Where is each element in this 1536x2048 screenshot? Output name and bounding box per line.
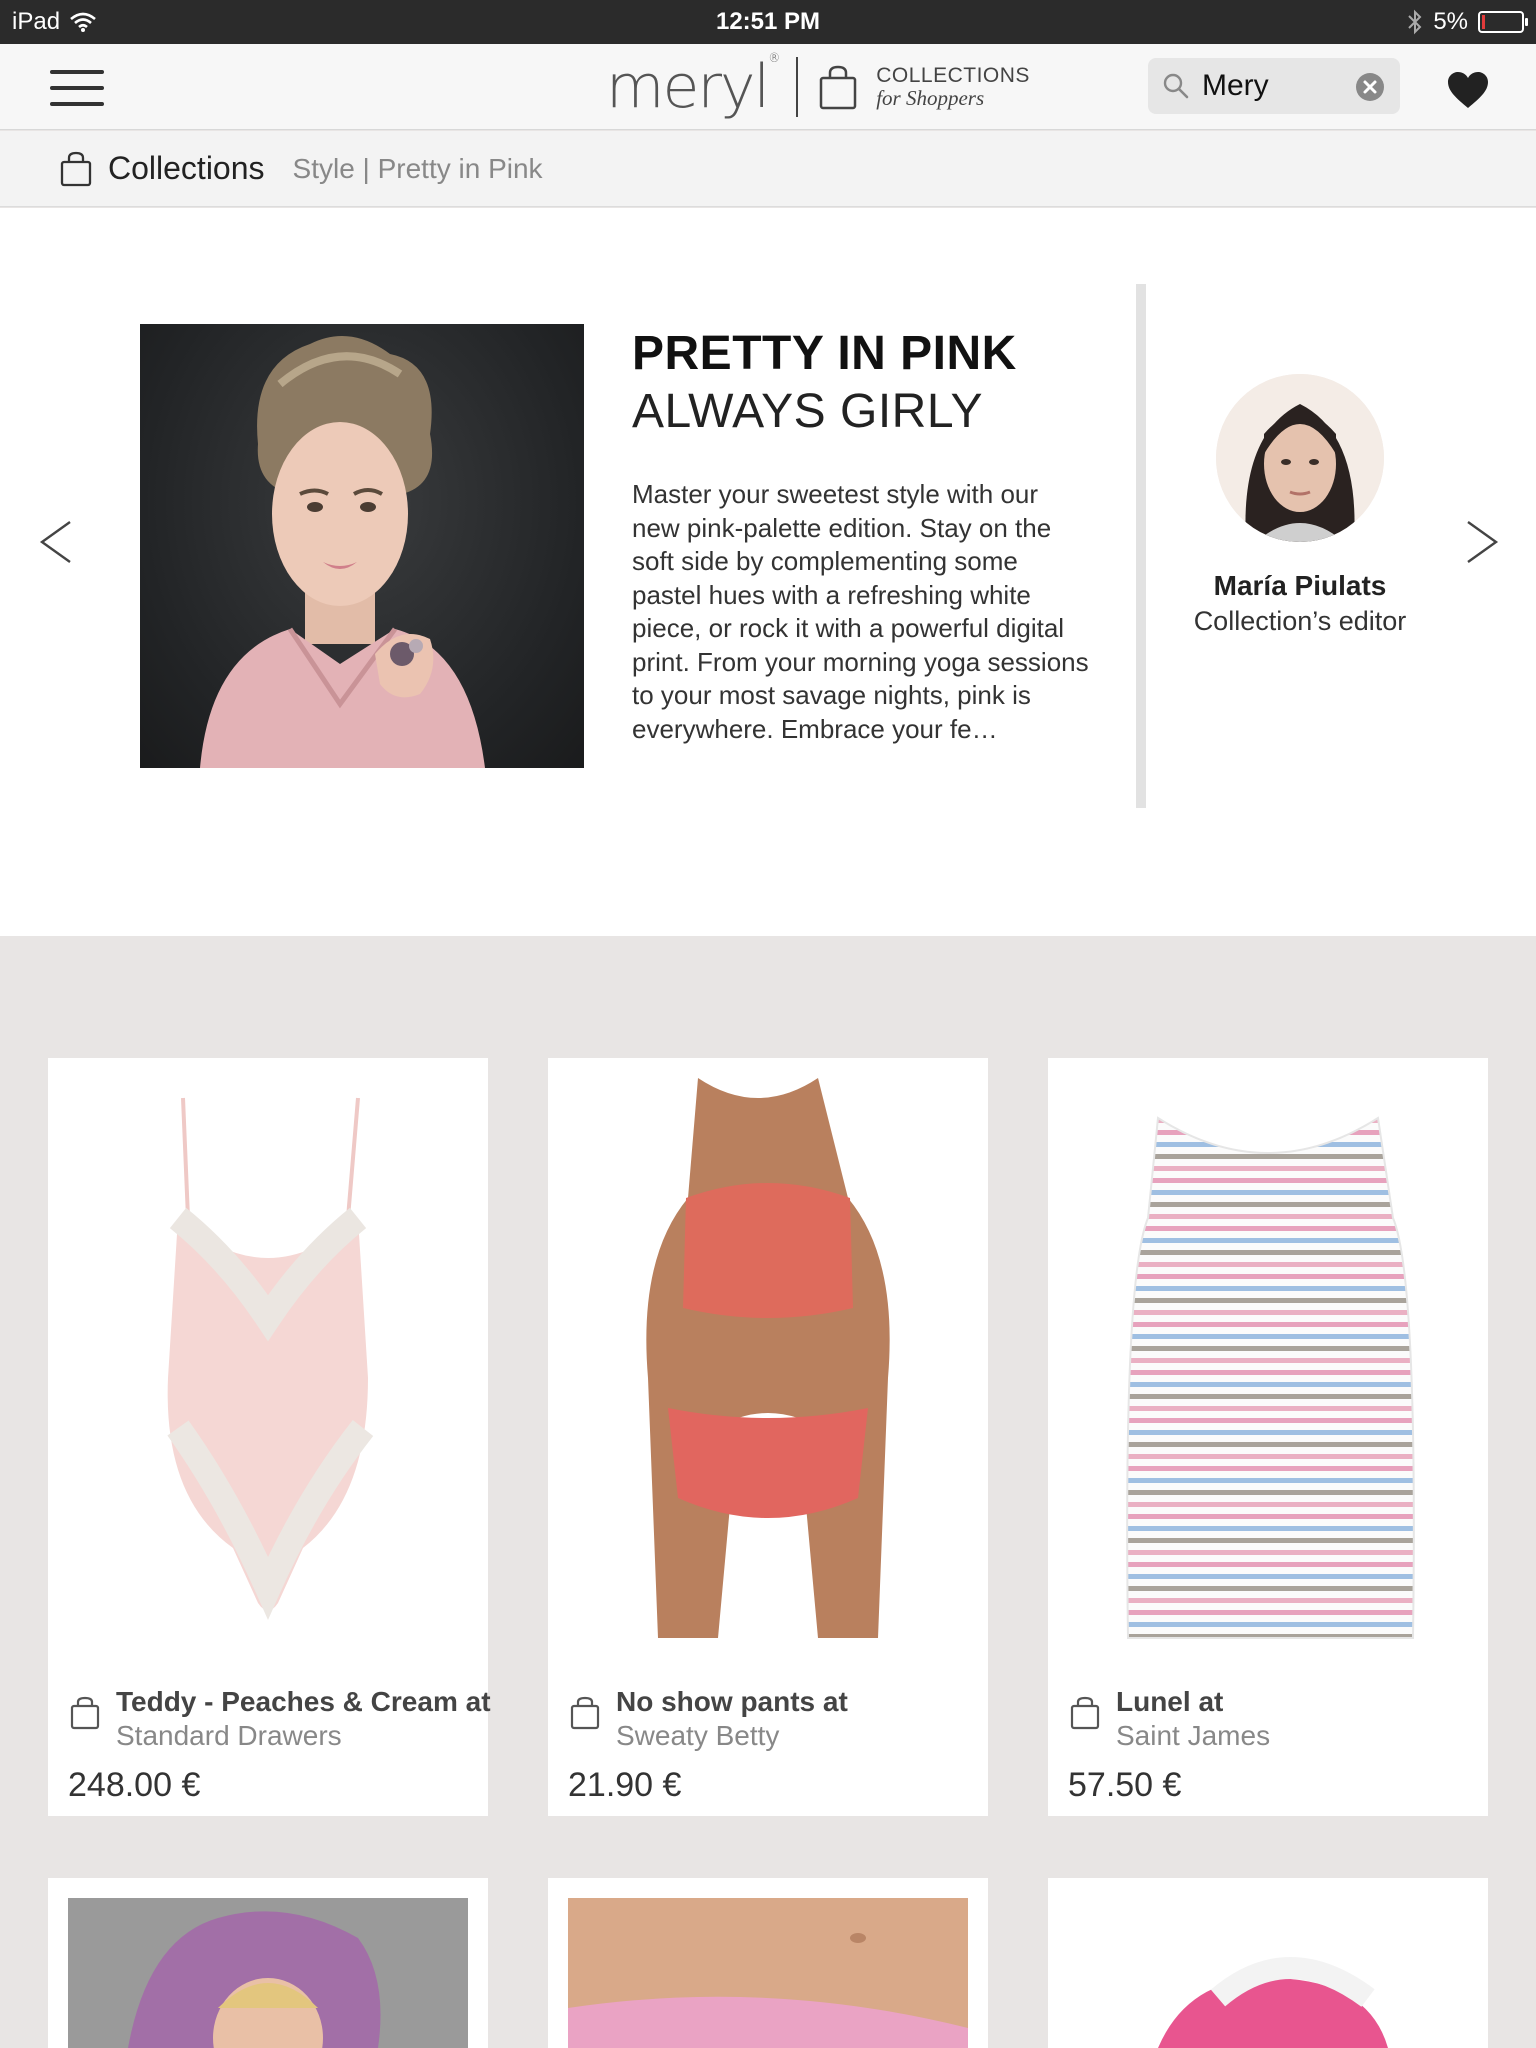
model-portrait bbox=[200, 336, 485, 768]
previous-button[interactable] bbox=[36, 518, 76, 566]
brand-subtitle: COLLECTIONS for Shoppers bbox=[876, 64, 1030, 110]
collection-hero: PRETTY IN PINK ALWAYS GIRLY Master your … bbox=[0, 208, 1536, 936]
battery-level bbox=[1482, 15, 1485, 29]
product-image bbox=[568, 1898, 968, 2048]
product-image bbox=[68, 1078, 468, 1658]
menu-button[interactable] bbox=[50, 70, 104, 106]
product-store: Saint James bbox=[1116, 1720, 1271, 1751]
brand-line1: COLLECTIONS bbox=[876, 63, 1030, 87]
search-box[interactable] bbox=[1148, 58, 1400, 114]
product-image bbox=[68, 1898, 468, 2048]
search-input[interactable] bbox=[1202, 69, 1342, 103]
product-price: 57.50 € bbox=[1068, 1766, 1182, 1804]
brand[interactable]: meryl® COLLECTIONS for Shoppers bbox=[606, 50, 1030, 124]
editor-role: Collection’s editor bbox=[1193, 606, 1407, 636]
device-label: iPad bbox=[12, 8, 61, 35]
close-icon bbox=[1363, 80, 1377, 94]
search-icon bbox=[1163, 73, 1189, 99]
breadcrumb-path: Style | Pretty in Pink bbox=[292, 152, 543, 184]
product-card[interactable]: No show pants at Sweaty Betty 21.90 € bbox=[548, 1058, 988, 1816]
editor-name[interactable]: María Piulats bbox=[1146, 570, 1454, 602]
status-time: 12:51 PM bbox=[715, 8, 821, 35]
collection-title: PRETTY IN PINK bbox=[632, 327, 1017, 380]
shopping-bag-icon bbox=[1070, 1696, 1100, 1730]
chevron-left-icon bbox=[39, 521, 71, 563]
breadcrumb-collections[interactable]: Collections bbox=[108, 150, 265, 187]
brand-line2: for Shoppers bbox=[876, 86, 985, 110]
navbar: meryl® COLLECTIONS for Shoppers bbox=[0, 44, 1536, 130]
product-name: Teddy - Peaches & Cream at bbox=[116, 1686, 491, 1717]
product-store: Standard Drawers bbox=[116, 1720, 342, 1751]
product-card[interactable]: Teddy - Peaches & Cream at Standard Draw… bbox=[48, 1058, 491, 1816]
collection-cover-image[interactable] bbox=[140, 324, 584, 768]
next-button[interactable] bbox=[1462, 518, 1502, 566]
product-image bbox=[1068, 1078, 1468, 1658]
status-left: iPad bbox=[12, 0, 96, 44]
breadcrumb: Collections Style | Pretty in Pink bbox=[0, 131, 1536, 207]
status-right: 5% bbox=[1407, 0, 1528, 44]
collection-subtitle: ALWAYS GIRLY bbox=[632, 385, 983, 438]
status-bar: iPad 12:51 PM 5% bbox=[0, 0, 1536, 44]
chevron-right-icon bbox=[1467, 521, 1499, 563]
product-card[interactable] bbox=[1048, 1878, 1488, 2048]
bluetooth-icon bbox=[1408, 9, 1422, 35]
battery-icon bbox=[1478, 11, 1528, 33]
shopping-bag-icon bbox=[819, 65, 857, 110]
product-card[interactable] bbox=[548, 1878, 988, 2048]
product-image bbox=[1068, 1898, 1468, 2048]
shopping-bag-icon bbox=[570, 1696, 600, 1730]
wifi-icon bbox=[70, 12, 96, 32]
product-price: 21.90 € bbox=[568, 1766, 682, 1804]
heart-icon bbox=[1448, 72, 1488, 108]
collection-description: Master your sweetest style with our new … bbox=[632, 479, 1089, 744]
favorites-button[interactable] bbox=[1446, 70, 1490, 115]
brand-divider bbox=[796, 57, 799, 117]
product-name: No show pants at bbox=[616, 1686, 848, 1717]
product-card[interactable]: Lunel at Saint James 57.50 € bbox=[1048, 1058, 1488, 1816]
product-card[interactable] bbox=[48, 1878, 488, 2048]
product-name: Lunel at bbox=[1116, 1686, 1224, 1717]
battery-percent: 5% bbox=[1433, 8, 1468, 35]
hero-divider bbox=[1136, 284, 1146, 808]
product-image bbox=[568, 1078, 968, 1658]
product-price: 248.00 € bbox=[68, 1766, 201, 1804]
brand-logo: meryl® bbox=[606, 51, 780, 122]
shopping-bag-icon bbox=[60, 151, 92, 186]
editor-portrait bbox=[1216, 374, 1384, 542]
clear-search-button[interactable] bbox=[1356, 73, 1384, 101]
product-store: Sweaty Betty bbox=[616, 1720, 780, 1751]
shopping-bag-icon bbox=[70, 1696, 100, 1730]
editor-avatar[interactable] bbox=[1216, 374, 1384, 542]
